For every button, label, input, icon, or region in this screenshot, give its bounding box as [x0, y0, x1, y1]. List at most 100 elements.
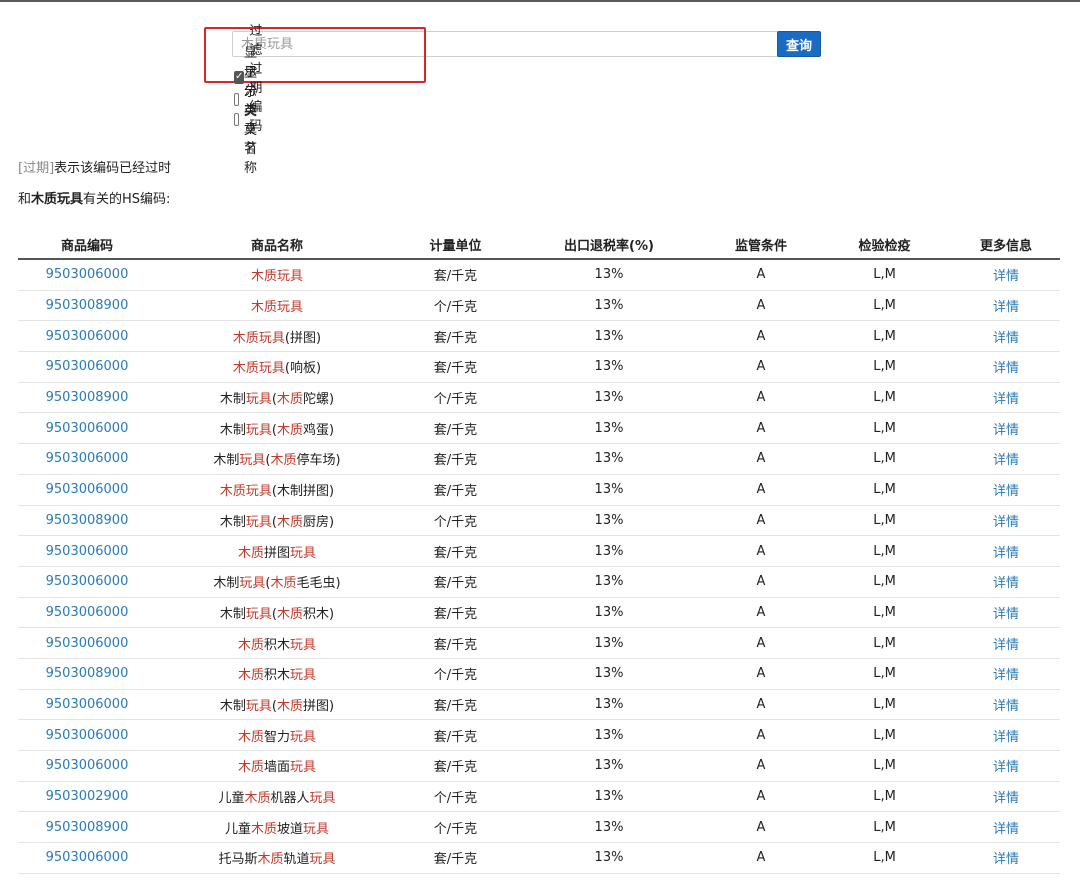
details-link[interactable]: 详情 [993, 852, 1019, 867]
hs-code-link[interactable]: 9503008900 [46, 390, 129, 405]
cell-inspection: L,M [817, 658, 952, 690]
cell-code: 9503008900 [18, 811, 156, 844]
hs-code-link[interactable]: 9503006000 [46, 605, 129, 620]
cell-name: 木制玩具(木质陀螺) [156, 382, 398, 414]
details-link[interactable]: 详情 [993, 576, 1019, 591]
cell-inspection: L,M [817, 842, 952, 874]
header-more: 更多信息 [952, 230, 1060, 260]
hs-code-link[interactable]: 9503008900 [46, 666, 129, 681]
cell-code: 9503006000 [18, 443, 156, 475]
cell-unit: 套/千克 [398, 719, 513, 751]
hs-code-link[interactable]: 9503008900 [46, 513, 129, 528]
table-row: 9503006000 木质玩具(拼图) 套/千克 13% A L,M 详情 [18, 320, 1060, 353]
name-text: 鸡蛋) [303, 422, 335, 438]
show-english-checkbox[interactable] [234, 112, 239, 126]
hs-code-link[interactable]: 9503008900 [46, 298, 129, 313]
cell-more: 详情 [952, 474, 1060, 506]
cell-rate: 13% [513, 566, 705, 598]
cell-inspection: L,M [817, 719, 952, 751]
details-link[interactable]: 详情 [993, 668, 1019, 683]
name-text: 木制 [219, 698, 246, 714]
details-link[interactable]: 详情 [993, 699, 1019, 714]
table-body: 9503006000 木质玩具 套/千克 13% A L,M 详情 9503008900 木质玩… [18, 259, 1060, 874]
cell-supervision: A [705, 290, 817, 322]
hs-code-link[interactable]: 9503006000 [46, 421, 129, 436]
details-link[interactable]: 详情 [993, 730, 1019, 745]
cell-rate: 13% [513, 320, 705, 353]
details-link[interactable]: 详情 [993, 300, 1019, 315]
details-link[interactable]: 详情 [993, 453, 1019, 468]
hs-code-link[interactable]: 9503006000 [46, 758, 129, 773]
cell-more: 详情 [952, 320, 1060, 353]
cell-unit: 个/千克 [398, 290, 513, 322]
cell-more: 详情 [952, 412, 1060, 445]
intro-suffix: 有关的HS编码: [83, 192, 171, 207]
cell-supervision: A [705, 443, 817, 475]
show-english-option[interactable]: 显示英文名称 [234, 66, 265, 176]
cell-rate: 13% [513, 351, 705, 383]
hs-code-link[interactable]: 9503008900 [46, 820, 129, 835]
table-row: 9503006000 木质墙面玩具 套/千克 13% A L,M 详情 [18, 750, 1060, 782]
hs-code-link[interactable]: 9503006000 [46, 636, 129, 651]
name-keyword-highlight: 木质 [237, 637, 264, 653]
name-text: 陀螺) [303, 392, 335, 408]
hs-code-link[interactable]: 9503006000 [46, 267, 129, 282]
table-row: 9503008900 木制玩具(木质厨房) 个/千克 13% A L,M 详情 [18, 505, 1060, 537]
hs-code-link[interactable]: 9503006000 [46, 451, 129, 466]
show-chapters-checkbox[interactable] [234, 92, 239, 106]
cell-more: 详情 [952, 658, 1060, 690]
details-link[interactable]: 详情 [993, 331, 1019, 346]
filter-expired-checkbox[interactable]: ✓ [234, 70, 245, 84]
name-keyword-highlight: 木质 [277, 514, 304, 530]
details-link[interactable]: 详情 [993, 638, 1019, 653]
details-link[interactable]: 详情 [993, 484, 1019, 499]
cell-name: 木质玩具(响板) [156, 351, 398, 383]
show-english-label: 显示英文名称 [243, 66, 257, 176]
cell-more: 详情 [952, 719, 1060, 751]
cell-code: 9503008900 [18, 382, 156, 414]
details-link[interactable]: 详情 [993, 760, 1019, 775]
name-text: 厨房) [303, 514, 335, 530]
details-link[interactable]: 详情 [993, 423, 1019, 438]
hs-code-link[interactable]: 9503006000 [46, 850, 129, 865]
cell-unit: 套/千克 [398, 535, 513, 567]
name-keyword-highlight: 木质 [270, 576, 297, 592]
name-text: 积木 [263, 668, 290, 684]
search-input[interactable] [232, 31, 782, 57]
hs-code-link[interactable]: 9503006000 [46, 544, 129, 559]
cell-rate: 13% [513, 627, 705, 659]
intro-keyword: 木质玩具 [31, 192, 84, 207]
name-text: 木制 [219, 422, 246, 438]
hs-code-link[interactable]: 9503006000 [46, 697, 129, 712]
hs-code-link[interactable]: 9503002900 [46, 789, 129, 804]
cell-more: 详情 [952, 627, 1060, 659]
cell-more: 详情 [952, 535, 1060, 567]
hs-code-link[interactable]: 9503006000 [46, 728, 129, 743]
cell-inspection: L,M [817, 259, 952, 291]
cell-name: 木质玩具(木制拼图) [156, 474, 398, 506]
hs-code-link[interactable]: 9503006000 [46, 359, 129, 374]
hs-code-link[interactable]: 9503006000 [46, 574, 129, 589]
details-link[interactable]: 详情 [993, 269, 1019, 284]
cell-inspection: L,M [817, 597, 952, 629]
header-name: 商品名称 [156, 230, 398, 260]
hs-code-link[interactable]: 9503006000 [46, 329, 129, 344]
details-link[interactable]: 详情 [993, 546, 1019, 561]
cell-rate: 13% [513, 719, 705, 751]
details-link[interactable]: 详情 [993, 607, 1019, 622]
name-keyword-highlight: 玩具 [290, 760, 317, 776]
cell-unit: 套/千克 [398, 320, 513, 353]
expired-note-text: 表示该编码已经过时 [54, 161, 172, 176]
details-link[interactable]: 详情 [993, 791, 1019, 806]
details-link[interactable]: 详情 [993, 515, 1019, 530]
header-inspection: 检验检疫 [817, 230, 952, 260]
search-button[interactable]: 查询 [777, 31, 821, 57]
hs-code-link[interactable]: 9503006000 [46, 482, 129, 497]
details-link[interactable]: 详情 [993, 392, 1019, 407]
cell-rate: 13% [513, 658, 705, 690]
cell-more: 详情 [952, 750, 1060, 782]
cell-inspection: L,M [817, 320, 952, 353]
details-link[interactable]: 详情 [993, 361, 1019, 376]
details-link[interactable]: 详情 [993, 822, 1019, 837]
cell-name: 木质积木玩具 [156, 627, 398, 659]
